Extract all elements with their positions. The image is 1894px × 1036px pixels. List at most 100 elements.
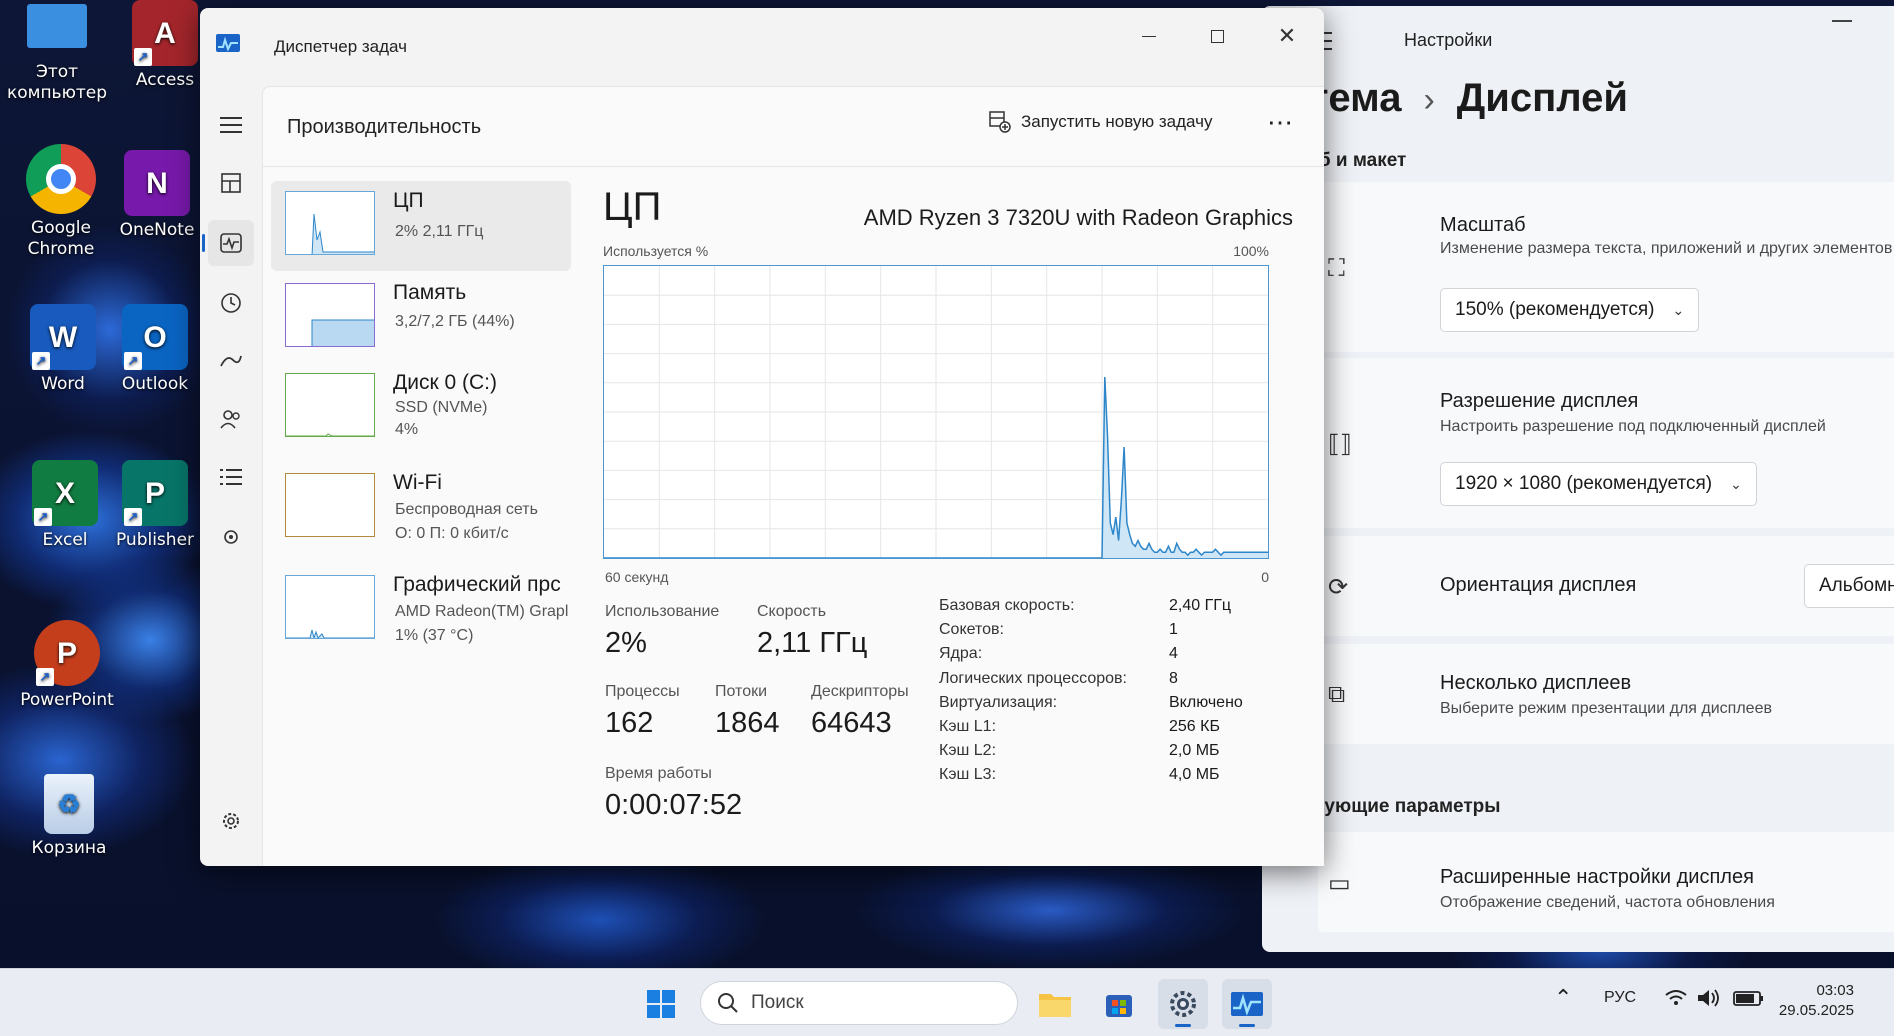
taskbar-search[interactable]: Поиск (700, 981, 1018, 1025)
outlook-icon: O ↗ (122, 304, 188, 370)
perf-item-wifi[interactable]: Wi-Fi Беспроводная сеть О: 0 П: 0 кбит/с (271, 463, 571, 553)
graph-label-usage: Используется % (603, 243, 709, 259)
nav-app-history[interactable] (208, 280, 254, 326)
spec-value: 8 (1169, 669, 1178, 687)
settings-icon (223, 813, 239, 829)
recycle-bin-icon: ♻ (44, 774, 94, 834)
hamburger-menu-button[interactable] (208, 102, 254, 148)
network-volume-battery[interactable] (1664, 987, 1768, 1014)
spec-label: Базовая скорость: (939, 597, 1075, 614)
multi-display-card[interactable]: ⧉ Несколько дисплеев Выберите режим през… (1318, 644, 1894, 744)
show-hidden-icons-button[interactable]: ⌃ (1554, 985, 1572, 1011)
desktop-icon-outlook[interactable]: O ↗ Outlook (110, 304, 200, 395)
advanced-display-name: Расширенные настройки дисплея (1440, 866, 1754, 888)
resolution-name: Разрешение дисплея (1440, 390, 1639, 412)
perf-item-cpu[interactable]: ЦП 2% 2,11 ГГц (271, 181, 571, 271)
language-indicator[interactable]: РУС (1604, 989, 1636, 1007)
more-options-button[interactable]: ⋯ (1267, 107, 1295, 138)
chrome-icon (26, 144, 96, 214)
clock[interactable]: 03:03 29.05.2025 (1779, 981, 1854, 1021)
resolution-dropdown[interactable]: 1920 × 1080 (рекомендуется) ⌄ (1440, 462, 1757, 506)
close-icon: ✕ (1277, 23, 1297, 48)
perf-item-gpu[interactable]: Графический прс AMD Radeon(TM) Grapl 1% … (271, 565, 571, 655)
desktop-icon-label: Корзина (31, 838, 107, 858)
perf-item-disk[interactable]: Диск 0 (C:) SSD (NVMe) 4% (271, 363, 571, 453)
pane-header: Производительность Запустить новую задач… (263, 87, 1324, 167)
taskbar-settings[interactable] (1158, 979, 1208, 1029)
orientation-dropdown[interactable]: Альбомная (1804, 564, 1894, 608)
spec-value: 2,40 ГГц (1169, 597, 1232, 614)
minimize-button[interactable] (1126, 18, 1172, 54)
desktop-icon-label: Excel (42, 530, 88, 550)
nav-startup[interactable] (208, 338, 254, 384)
resolution-card: ⟦⟧ Разрешение дисплея Настроить разрешен… (1318, 358, 1894, 528)
battery-icon (1733, 991, 1763, 1006)
spec-label: Кэш L3: (939, 766, 997, 784)
word-icon: W ↗ (30, 304, 96, 370)
access-icon: A ↗ (132, 0, 198, 66)
perf-item-name: Диск 0 (C:) (393, 371, 497, 394)
orientation-icon: ⟳ (1328, 574, 1349, 601)
orientation-card: ⟳ Ориентация дисплея Альбомная (1318, 536, 1894, 636)
run-new-task-label: Запустить новую задачу (1021, 112, 1213, 131)
perf-item-memory[interactable]: Память 3,2/7,2 ГБ (44%) (271, 273, 571, 363)
maximize-button[interactable] (1194, 18, 1240, 54)
task-manager-titlebar: Диспетчер задач ✕ (200, 8, 1324, 80)
nav-services[interactable] (208, 514, 254, 560)
desktop-icon-chrome[interactable]: Google Chrome (6, 144, 116, 260)
usage-value: 2% (605, 627, 647, 659)
desktop-icon-label: Chrome (27, 239, 95, 259)
speed-label: Скорость (757, 603, 827, 620)
taskbar-task-manager[interactable] (1222, 979, 1272, 1029)
cpu-usage-graph (603, 265, 1269, 559)
users-icon (220, 410, 240, 429)
spec-label: Кэш L1: (939, 718, 997, 735)
desktop-icon-label: Outlook (121, 374, 189, 394)
uptime-label: Время работы (605, 765, 712, 782)
scale-icon: ⛶ (1328, 255, 1345, 282)
multi-display-description: Выберите режим презентации для дисплеев (1440, 700, 1772, 717)
desktop-icon-onenote[interactable]: N OneNote (112, 150, 202, 241)
resolution-icon: ⟦⟧ (1328, 431, 1352, 458)
desktop-icon-publisher[interactable]: P ↗ Publisher (110, 460, 200, 551)
desktop-icon-label: Этот (35, 62, 79, 82)
search-icon (718, 993, 738, 1013)
desktop-icon-label: компьютер (6, 83, 108, 103)
speed-value: 2,11 ГГц (757, 627, 868, 659)
nav-users[interactable] (208, 396, 254, 442)
usage-label: Использование (605, 603, 720, 620)
nav-processes[interactable] (208, 160, 254, 206)
page-title: Производительность (287, 116, 482, 138)
settings-window: Настройки истема › Дисплей асштаб и макет … (1262, 6, 1894, 952)
disk-thumbnail (285, 373, 375, 437)
new-task-icon (989, 111, 1011, 133)
scale-description: Изменение размера текста, приложений и д… (1440, 240, 1893, 257)
resolution-description: Настроить разрешение под подключенный ди… (1440, 418, 1826, 435)
powerpoint-icon: P ↗ (34, 620, 100, 686)
performance-icon (220, 233, 242, 253)
app-history-icon (221, 293, 241, 313)
orientation-value: Альбомная (1819, 575, 1894, 596)
desktop-icon-excel[interactable]: X ↗ Excel (10, 460, 120, 551)
taskbar-file-explorer[interactable] (1030, 979, 1080, 1029)
advanced-display-card[interactable]: ▭ Расширенные настройки дисплея Отображе… (1318, 832, 1894, 932)
start-button[interactable] (636, 979, 686, 1029)
nav-settings[interactable] (208, 798, 254, 844)
minimize-icon[interactable] (1832, 20, 1852, 22)
desktop-icon-word[interactable]: W ↗ Word (8, 304, 118, 395)
spec-value: 2,0 МБ (1169, 742, 1220, 760)
desktop-icon-recycle-bin[interactable]: ♻ Корзина (14, 774, 124, 859)
scale-dropdown[interactable]: 150% (рекомендуется) ⌄ (1440, 288, 1700, 332)
desktop-icon-powerpoint[interactable]: P ↗ PowerPoint (12, 620, 122, 711)
task-manager-app-icon (216, 34, 240, 52)
spec-label: Кэш L2: (939, 742, 997, 760)
nav-performance[interactable] (202, 220, 254, 266)
close-button[interactable]: ✕ (1264, 18, 1310, 54)
scale-value: 150% (рекомендуется) (1455, 299, 1655, 320)
perf-item-sub: AMD Radeon(TM) Grapl (395, 603, 569, 620)
performance-pane: Производительность Запустить новую задач… (262, 86, 1324, 866)
run-new-task-button[interactable]: Запустить новую задачу (989, 111, 1212, 133)
taskbar-store[interactable] (1094, 979, 1144, 1029)
nav-details[interactable] (208, 454, 254, 500)
desktop-icon-this-pc[interactable]: Этот компьютер (2, 0, 112, 104)
